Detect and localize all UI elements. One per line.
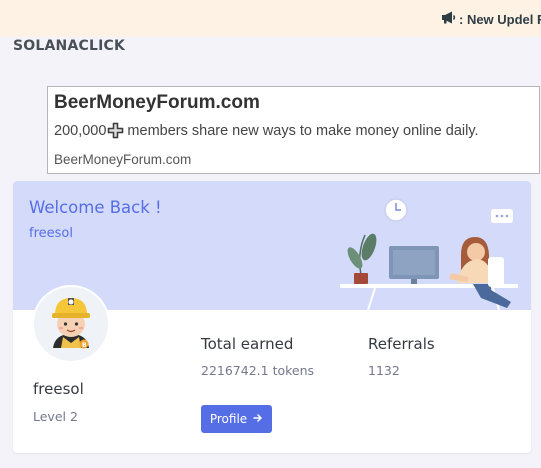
profile-name: freesol	[33, 380, 84, 398]
total-earned-label: Total earned	[201, 335, 294, 353]
arrow-right-icon	[253, 412, 263, 426]
referrals-label: Referrals	[368, 335, 435, 353]
avatar[interactable]: B	[32, 285, 110, 363]
profile-level: Level 2	[33, 409, 78, 424]
profile-button-label: Profile	[209, 412, 248, 426]
working-person-illustration	[333, 195, 528, 315]
ad-banner[interactable]: BeerMoneyForum.com 200,000 members share…	[47, 86, 540, 174]
welcome-heading: Welcome Back !	[29, 198, 162, 217]
ticker-message: : New Updel R	[441, 11, 541, 27]
megaphone-icon	[441, 11, 459, 27]
ad-url[interactable]: BeerMoneyForum.com	[54, 152, 191, 167]
ad-description-line: 200,000 members share new ways to make m…	[54, 122, 479, 139]
ad-title[interactable]: BeerMoneyForum.com	[54, 92, 260, 114]
welcome-username: freesol	[29, 226, 73, 241]
svg-text:B: B	[82, 342, 87, 349]
miner-avatar-icon: B	[41, 291, 101, 358]
total-earned-value: 2216742.1 tokens	[201, 363, 315, 378]
site-logo-text[interactable]: SOLANACLICK	[13, 38, 125, 54]
ad-description: members share new ways to make money onl…	[127, 122, 479, 139]
profile-button[interactable]: Profile	[201, 405, 272, 433]
welcome-card: Welcome Back ! freesol B freesol Level 2…	[13, 181, 531, 453]
ad-member-count: 200,000	[54, 122, 107, 139]
announcement-ticker: : New Updel R	[0, 0, 541, 37]
plus-icon	[107, 122, 124, 139]
ticker-text: : New Updel R	[459, 11, 541, 27]
referrals-value: 1132	[368, 363, 400, 378]
